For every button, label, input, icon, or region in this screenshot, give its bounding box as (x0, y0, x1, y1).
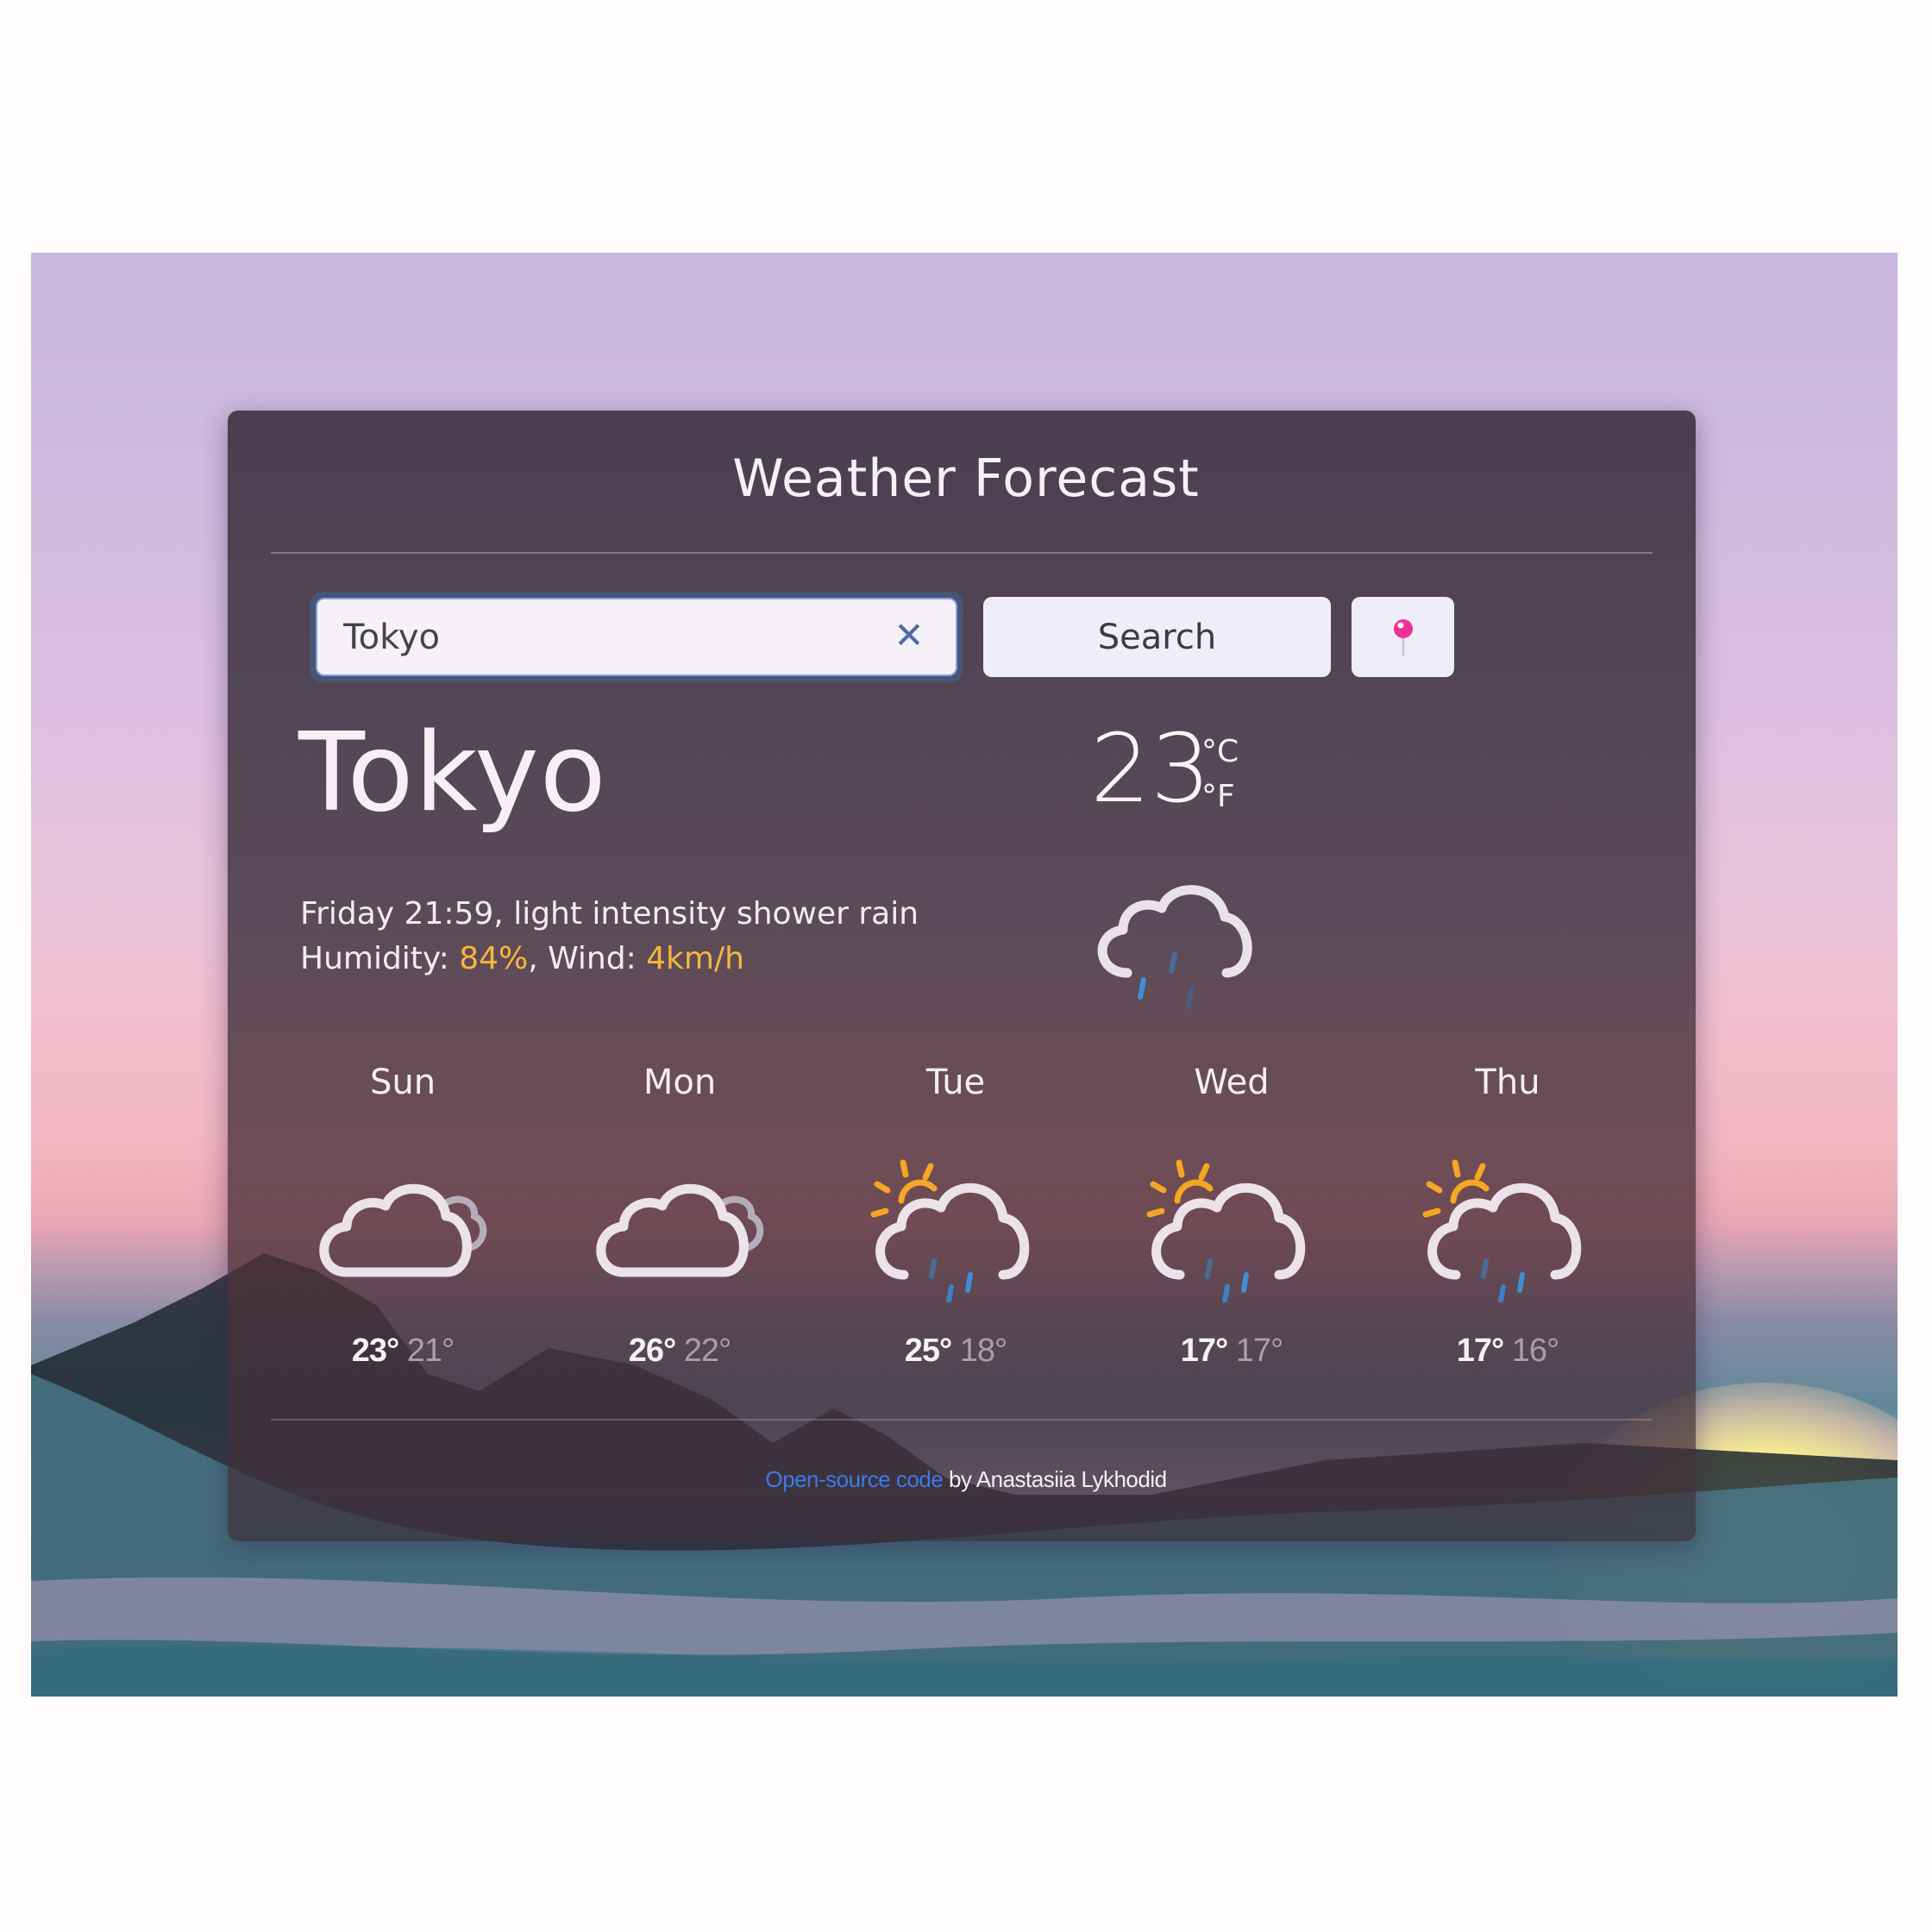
humidity-label: Humidity: (300, 941, 460, 976)
forecast-day: Mon 26° 22° (542, 1057, 818, 1370)
sun-cloud-rain-icon (1146, 1159, 1306, 1302)
day-time: Friday 21:59 (300, 896, 494, 932)
forecast-day: Tue 25° 18° (818, 1057, 1094, 1370)
forecast-low: 21° (406, 1333, 455, 1369)
forecast-temps: 23° 21° (265, 1333, 541, 1370)
forecast-high: 17° (1180, 1333, 1228, 1369)
sun-cloud-rain-icon (870, 1159, 1030, 1302)
map-pin-icon (1393, 618, 1413, 656)
source-code-link[interactable]: Open-source code (765, 1466, 943, 1492)
forecast-day: Sun 23° 21° (265, 1057, 541, 1370)
forecast-low: 16° (1511, 1333, 1559, 1369)
wind-label: Wind: (548, 941, 647, 976)
forecast-low: 18° (959, 1333, 1007, 1369)
sun-cloud-rain-icon (1422, 1159, 1582, 1302)
celsius-link[interactable]: °C (1201, 730, 1239, 775)
search-button[interactable]: Search (983, 597, 1331, 677)
forecast-high: 17° (1456, 1333, 1504, 1369)
clouds-icon (596, 1183, 764, 1277)
forecast-low: 22° (683, 1333, 731, 1369)
humidity-value: 84% (459, 941, 529, 976)
forecast-temps: 26° 22° (542, 1333, 818, 1370)
header-divider (271, 552, 1653, 554)
forecast-day-name: Sun (369, 1063, 436, 1102)
footer-divider (271, 1419, 1653, 1421)
condition-text: light intensity shower rain (513, 896, 919, 932)
clouds-icon (319, 1183, 487, 1277)
current-temperature: 23 (1090, 713, 1211, 824)
forecast-high: 26° (628, 1333, 676, 1369)
forecast-temps: 17° 16° (1370, 1333, 1646, 1370)
current-description: Friday 21:59, light intensity shower rai… (300, 892, 919, 982)
city-name: Tokyo (298, 709, 607, 836)
date-condition-line: Friday 21:59, light intensity shower rai… (300, 896, 919, 932)
forecast-day: Wed 17° 17° (1094, 1057, 1370, 1370)
search-input[interactable] (343, 599, 861, 674)
cloud-rain-icon (1097, 885, 1252, 1010)
forecast-temps: 17° 17° (1094, 1333, 1370, 1370)
forecast-high: 25° (904, 1333, 952, 1369)
footer: Open-source code by Anastasiia Lykhodid (0, 1466, 1932, 1493)
forecast-low: 17° (1235, 1333, 1283, 1369)
forecast-day: Thu 17° 16° (1370, 1057, 1646, 1370)
unit-toggle: °C °F (1201, 730, 1239, 819)
forecast-temps: 25° 18° (818, 1333, 1094, 1370)
fahrenheit-link[interactable]: °F (1201, 775, 1239, 819)
app-title: Weather Forecast (732, 448, 1200, 509)
forecast-day-name: Thu (1475, 1063, 1540, 1102)
wind-value: 4km/h (646, 941, 744, 976)
forecast-list: Sun 23° 21° Mon 26° 22° Tue 25° 18° Wed … (265, 1057, 1645, 1402)
humidity-wind-line: Humidity: 84%, Wind: 4km/h (300, 941, 744, 976)
close-icon[interactable]: ✕ (892, 618, 926, 654)
forecast-high: 23° (351, 1333, 399, 1369)
forecast-day-name: Tue (925, 1063, 986, 1102)
forecast-day-name: Mon (643, 1063, 717, 1102)
search-field[interactable]: ✕ (316, 598, 957, 676)
author-credit: by Anastasiia Lykhodid (943, 1466, 1167, 1492)
current-location-button[interactable] (1352, 597, 1454, 677)
forecast-day-name: Wed (1194, 1063, 1270, 1102)
